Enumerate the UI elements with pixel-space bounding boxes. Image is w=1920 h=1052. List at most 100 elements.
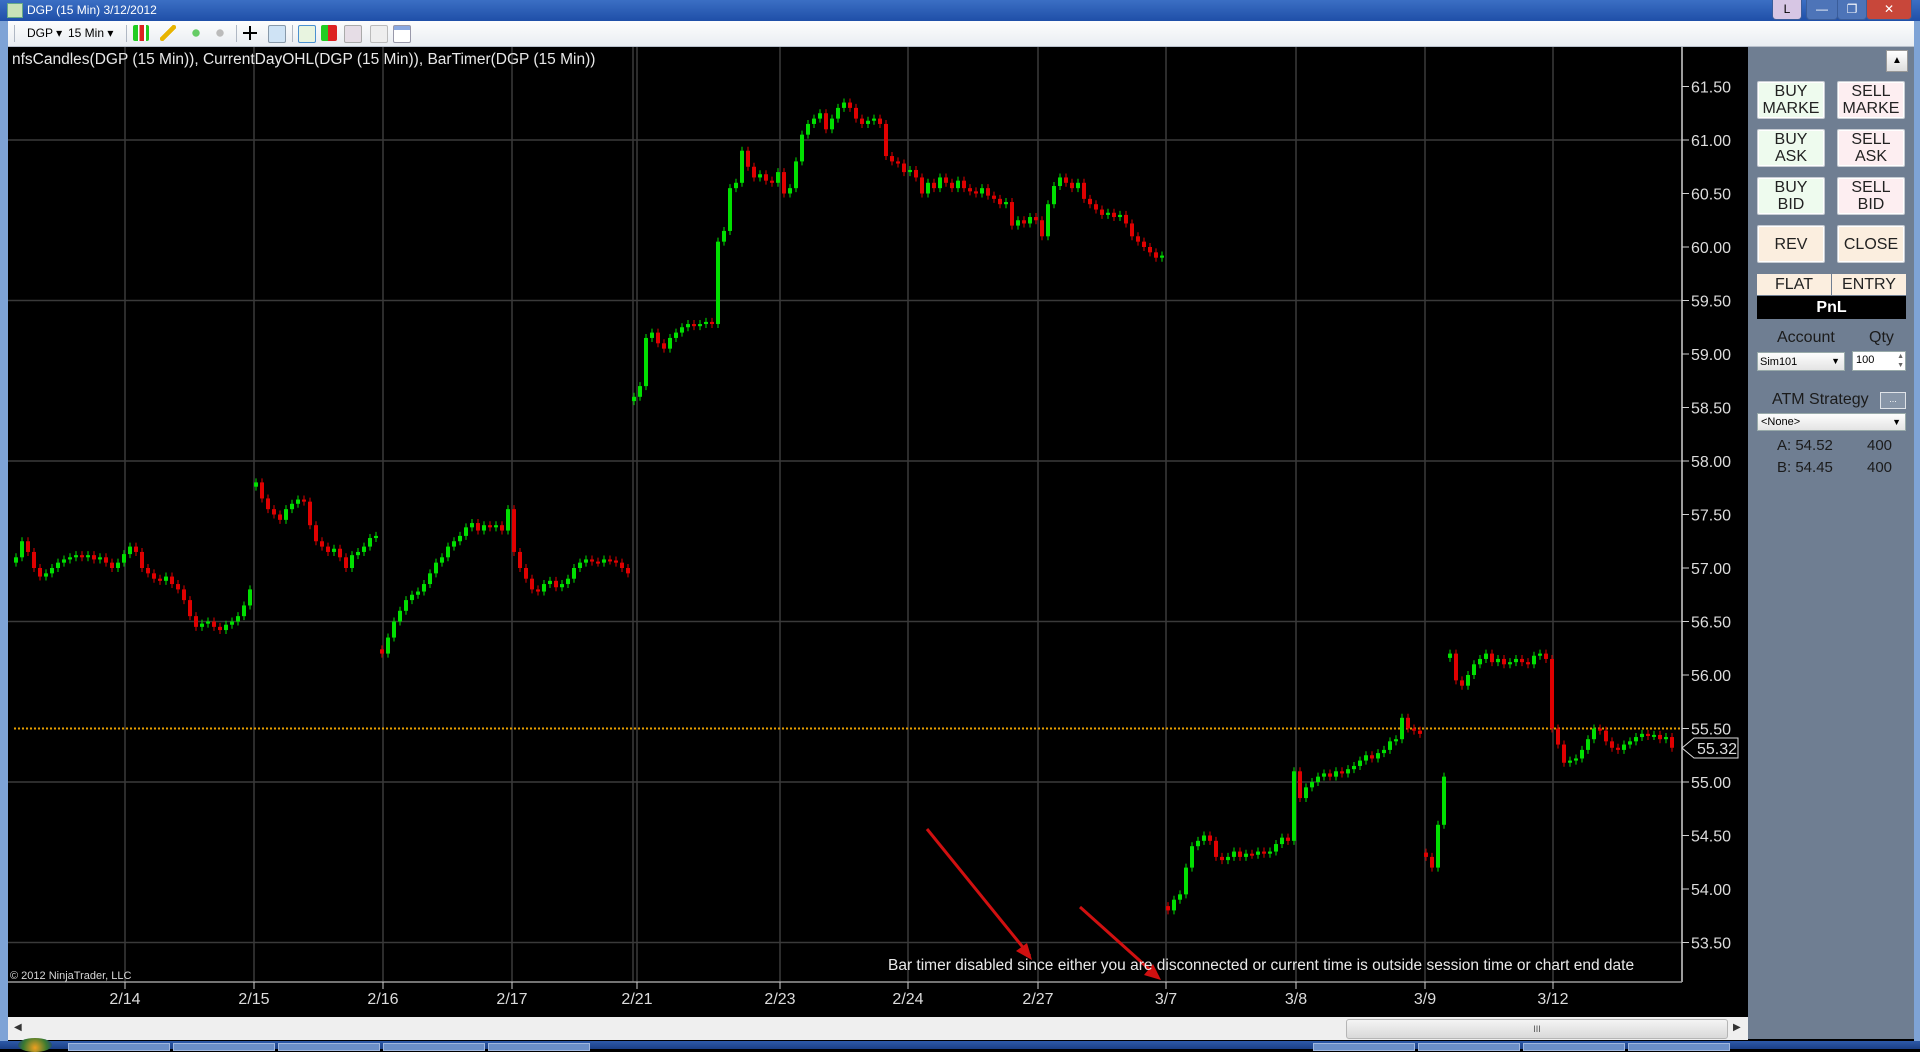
candle-down (1670, 737, 1674, 748)
candle-up (458, 535, 462, 542)
candle-up (1472, 664, 1476, 675)
taskbar-item[interactable] (1523, 1043, 1625, 1051)
reverse-button[interactable]: REV (1757, 225, 1825, 263)
stepper-arrows-icon[interactable]: ▲ ▼ (1897, 352, 1904, 370)
candle-up (230, 621, 234, 625)
candle-down (1262, 851, 1266, 854)
candle-down (134, 546, 138, 552)
candle-up (1292, 771, 1296, 841)
start-button[interactable] (18, 1038, 52, 1052)
candle-down (1040, 220, 1044, 237)
atm-strategy-select[interactable]: <None> ▼ (1757, 413, 1906, 431)
candle-up (356, 551, 360, 556)
candle-up (938, 177, 942, 189)
candle-down (92, 555, 96, 560)
scroll-right-icon[interactable]: ▶ (1733, 1022, 1741, 1033)
buy-bid-button[interactable]: BUY BID (1757, 177, 1825, 215)
candle-down (1544, 653, 1548, 659)
candle-down (1490, 653, 1494, 663)
quantity-value: 100 (1856, 354, 1875, 366)
price-chart[interactable]: 61.50 61.00 60.50 60.00 59.50 59.00 58.50 58.00… (0, 0, 1920, 1049)
taskbar-item[interactable] (1628, 1043, 1730, 1051)
candle-down (1136, 236, 1140, 242)
candle-down (146, 568, 150, 574)
candle-up (1304, 787, 1308, 799)
sell-ask-button[interactable]: SELL ASK (1837, 129, 1905, 167)
candle-down (80, 555, 84, 558)
taskbar-item[interactable] (278, 1043, 380, 1051)
candle-up (98, 557, 102, 560)
buy-market-button[interactable]: BUY MARKE (1757, 81, 1825, 119)
candle-down (524, 568, 528, 579)
candle-up (1496, 658, 1500, 663)
candle-up (1532, 655, 1536, 665)
candle-down (518, 551, 522, 568)
candle-down (182, 589, 186, 601)
candle-up (1478, 658, 1482, 665)
candle-up (1016, 220, 1020, 226)
candle-down (1340, 771, 1344, 774)
candle-up (1178, 894, 1182, 900)
candle-up (566, 578, 570, 585)
date-tick-label: 3/8 (1285, 991, 1307, 1008)
candle-up (1628, 741, 1632, 745)
candle-down (158, 578, 162, 581)
candle-up (1394, 739, 1398, 742)
atm-strategy-label: ATM Strategy (1772, 391, 1869, 408)
sell-bid-button[interactable]: SELL BID (1837, 177, 1905, 215)
candle-down (536, 589, 540, 592)
account-select[interactable]: Sim101 ▼ (1757, 352, 1845, 371)
candle-down (380, 649, 384, 654)
candle-down (314, 525, 318, 542)
candle-down (302, 499, 306, 502)
candle-down (860, 118, 864, 124)
copyright-notice: © 2012 NinjaTrader, LLC (10, 970, 132, 982)
taskbar-item[interactable] (1418, 1043, 1520, 1051)
candle-down (320, 541, 324, 547)
candle-up (872, 118, 876, 121)
candle-up (1652, 734, 1656, 737)
price-tick-label: 59.50 (1691, 294, 1731, 311)
candle-up (572, 568, 576, 579)
taskbar-item[interactable] (1313, 1043, 1415, 1051)
candle-down (1424, 852, 1428, 857)
panel-collapse-up-icon[interactable]: ▲ (1886, 50, 1908, 72)
close-position-button[interactable]: CLOSE (1837, 225, 1905, 263)
atm-strategy-button[interactable]: ... (1880, 392, 1906, 409)
buy-ask-button[interactable]: BUY ASK (1757, 129, 1825, 167)
candle-down (878, 118, 882, 124)
candle-up (20, 541, 24, 558)
horizontal-scrollbar[interactable]: ◀ III ▶ (8, 1017, 1748, 1040)
candle-up (62, 559, 66, 563)
taskbar-item[interactable] (383, 1043, 485, 1051)
candle-down (1526, 662, 1530, 665)
candle-down (1520, 658, 1524, 663)
date-tick-label: 3/12 (1537, 991, 1568, 1008)
candle-down (626, 568, 630, 574)
candle-up (386, 637, 390, 654)
candle-up (1310, 782, 1314, 788)
quantity-stepper[interactable]: 100 ▲ ▼ (1852, 351, 1906, 371)
candle-up (1058, 177, 1062, 187)
scrollbar-thumb[interactable]: III (1346, 1019, 1728, 1039)
taskbar-item[interactable] (173, 1043, 275, 1051)
candle-down (188, 600, 192, 617)
price-tick-label: 57.50 (1691, 508, 1731, 525)
candle-up (1004, 202, 1008, 205)
candle-up (362, 546, 366, 552)
candle-up (86, 555, 90, 558)
candle-up (68, 557, 72, 560)
candle-down (1556, 728, 1560, 745)
candle-up (644, 337, 648, 387)
taskbar-item[interactable] (68, 1043, 170, 1051)
horizontal-gridlines (8, 139, 1682, 944)
taskbar-item[interactable] (488, 1043, 590, 1051)
candle-up (866, 120, 870, 124)
candle-up (1352, 765, 1356, 770)
sell-market-button[interactable]: SELL MARKE (1837, 81, 1905, 119)
scroll-left-icon[interactable]: ◀ (14, 1022, 22, 1033)
date-tick-label: 2/14 (109, 991, 140, 1008)
candle-down (782, 172, 786, 194)
candle-down (1502, 658, 1506, 665)
candle-down (170, 576, 174, 585)
